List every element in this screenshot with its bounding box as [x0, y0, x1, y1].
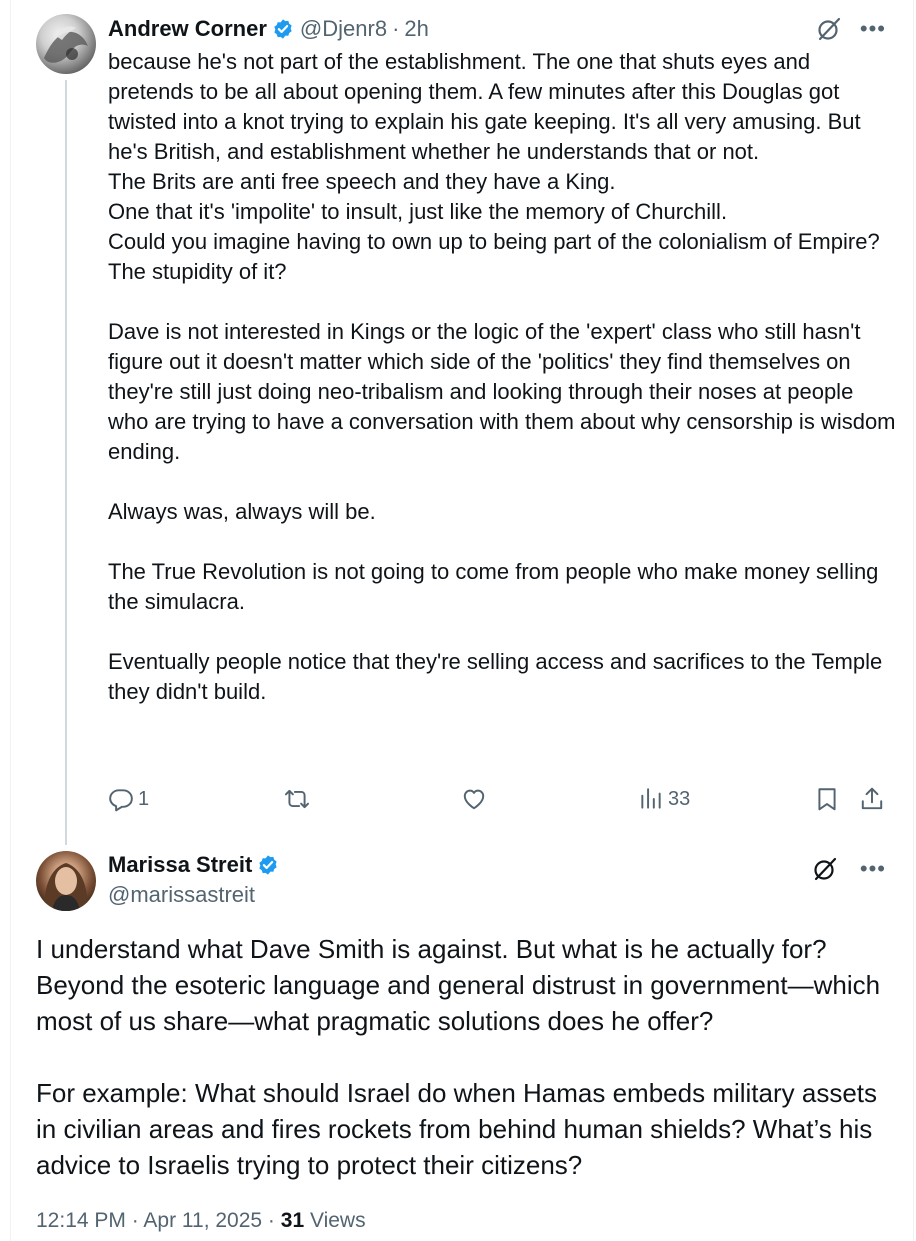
main-top-icons: •••	[812, 856, 886, 882]
paragraph: Could you imagine having to own up to be…	[108, 229, 880, 254]
verified-badge-icon	[259, 855, 277, 875]
left-border	[10, 0, 11, 1241]
repost-icon	[284, 789, 310, 809]
share-icon	[861, 787, 883, 810]
like-button[interactable]	[461, 786, 491, 812]
action-bar: 1 33	[108, 786, 890, 814]
reply-count: 1	[138, 787, 150, 810]
grok-icon[interactable]	[812, 856, 838, 882]
reply-top-icons: •••	[816, 16, 886, 42]
reply-text: because he's not part of the establishme…	[108, 47, 898, 707]
reply-icon	[109, 789, 133, 812]
author-handle[interactable]: @marissastreit	[108, 881, 285, 909]
author-name[interactable]: Marissa Streit	[108, 852, 252, 878]
main-text: I understand what Dave Smith is against.…	[36, 931, 896, 1183]
more-icon[interactable]: •••	[860, 18, 886, 40]
bookmark-button[interactable]	[814, 786, 840, 812]
paragraph: I understand what Dave Smith is against.…	[36, 934, 881, 1036]
views-icon	[641, 788, 661, 809]
reply-button[interactable]: 1	[108, 786, 149, 812]
tweet-meta: 12:14 PM · Apr 11, 2025 · 31 Views	[36, 1209, 366, 1233]
avatar[interactable]	[36, 851, 96, 911]
post-time[interactable]: 2h	[404, 16, 428, 42]
paragraph: Eventually people notice that they're se…	[108, 649, 883, 704]
author-handle[interactable]: @Djenr8	[300, 16, 387, 42]
verified-badge-icon	[274, 19, 292, 39]
views-count: 31	[280, 1209, 305, 1232]
paragraph: One that it's 'impolite' to insult, just…	[108, 199, 728, 224]
paragraph: Dave is not interested in Kings or the l…	[108, 319, 896, 464]
bookmark-icon	[818, 788, 836, 811]
avatar[interactable]	[36, 14, 96, 74]
more-icon[interactable]: •••	[860, 858, 886, 880]
reply-header: Andrew Corner @Djenr8 · 2h	[108, 14, 429, 44]
views-label: Views	[304, 1209, 366, 1232]
main-header: Marissa Streit @marissastreit	[108, 851, 285, 909]
paragraph: The Brits are anti free speech and they …	[108, 169, 616, 194]
author-name[interactable]: Andrew Corner	[108, 16, 267, 42]
thread-connector	[65, 80, 67, 845]
repost-button[interactable]	[284, 786, 314, 812]
like-icon	[463, 789, 485, 810]
views-count: 33	[668, 787, 691, 810]
paragraph: The True Revolution is not going to come…	[108, 559, 879, 614]
paragraph: Always was, always will be.	[108, 499, 376, 524]
views-button[interactable]: 33	[638, 786, 690, 812]
share-button[interactable]	[859, 786, 885, 812]
paragraph: For example: What should Israel do when …	[36, 1078, 878, 1180]
separator: ·	[392, 16, 400, 41]
right-border	[913, 0, 914, 1241]
timestamp[interactable]: 12:14 PM · Apr 11, 2025 ·	[36, 1209, 281, 1232]
paragraph: The stupidity of it?	[108, 259, 287, 284]
paragraph: because he's not part of the establishme…	[108, 49, 861, 164]
grok-icon[interactable]	[816, 16, 842, 42]
